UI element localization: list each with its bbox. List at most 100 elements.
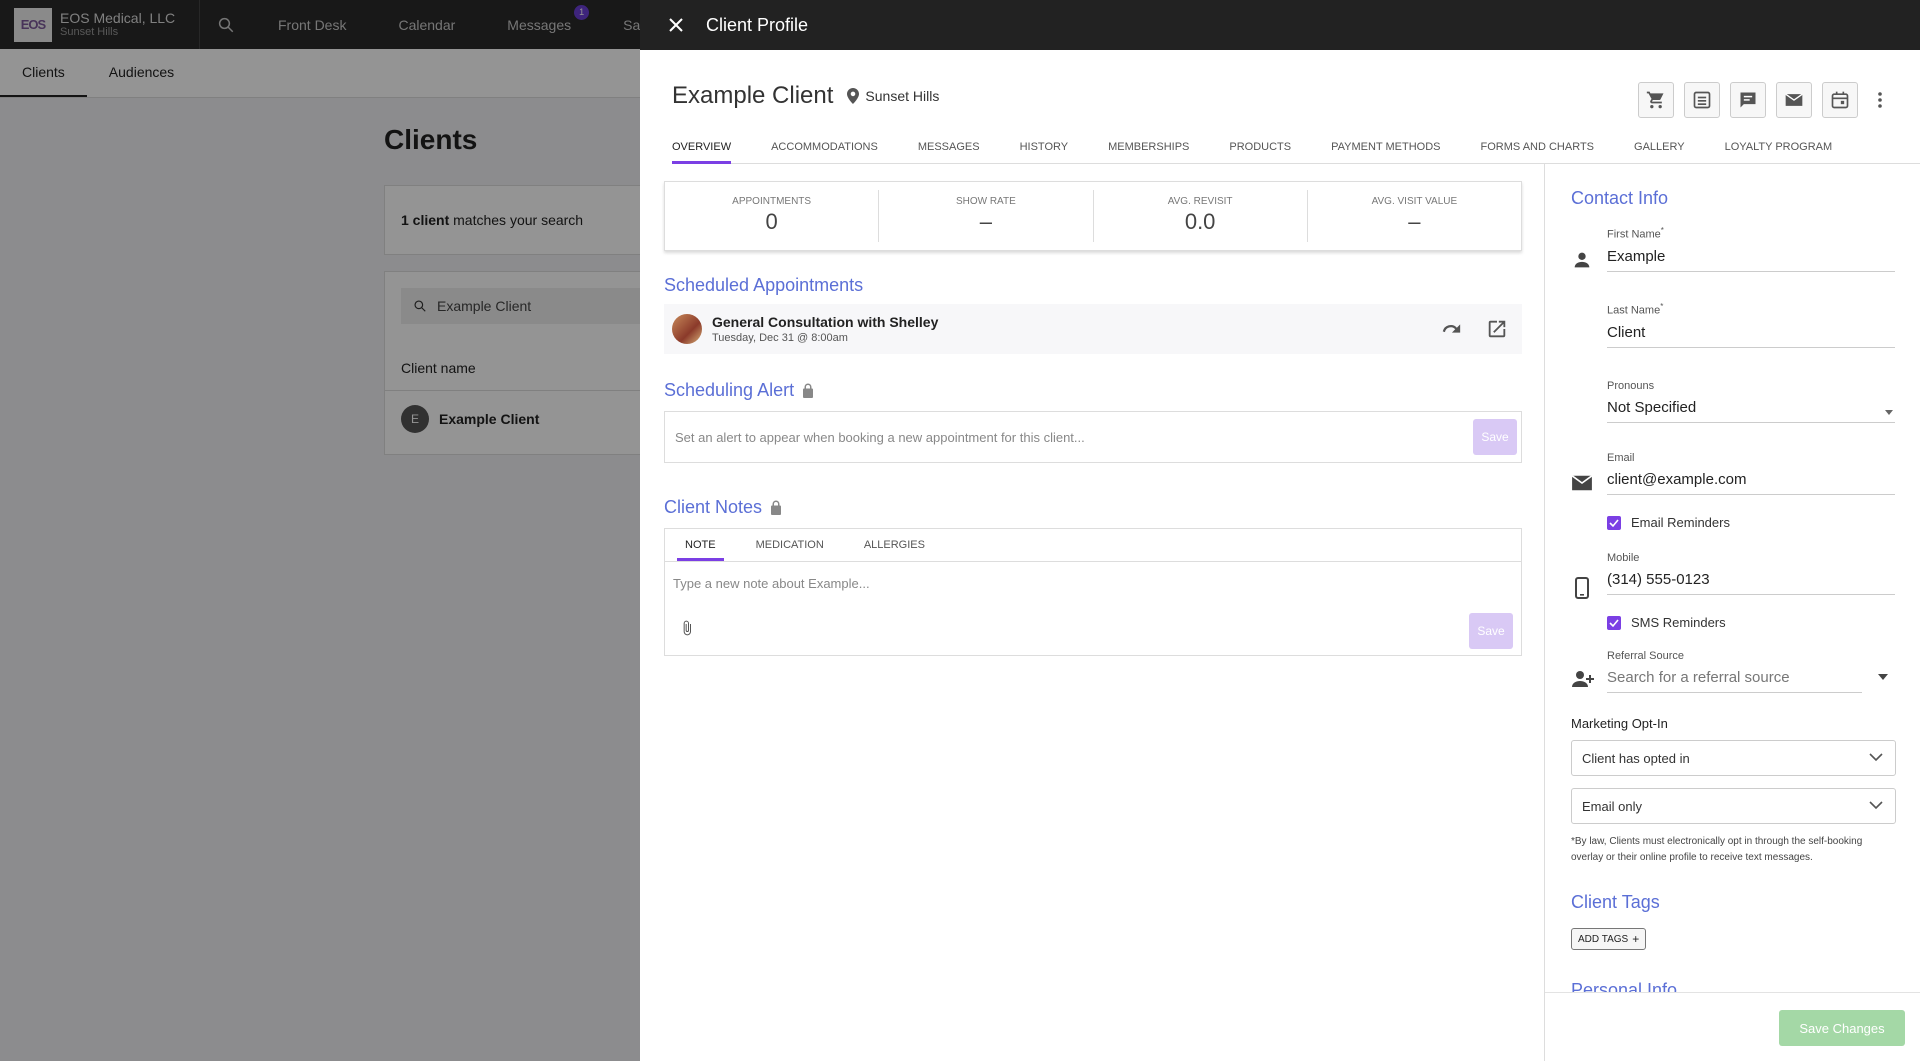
stat-appointments: APPOINTMENTS 0 (665, 190, 880, 242)
cart-button[interactable] (1638, 82, 1674, 118)
tab-overview[interactable]: OVERVIEW (672, 134, 732, 164)
pronouns-label: Pronouns (1607, 380, 1655, 392)
tab-medication[interactable]: MEDICATION (748, 529, 832, 561)
sms-reminders-checkbox[interactable]: SMS Reminders (1607, 615, 1726, 630)
client-profile-drawer: Client Profile Example Client Sunset Hil… (640, 0, 1920, 1061)
pronouns-field[interactable]: Pronouns Not Specified (1607, 380, 1895, 423)
mobile-label: Mobile (1607, 552, 1640, 564)
tab-memberships[interactable]: MEMBERSHIPS (1108, 134, 1189, 164)
contact-panel: Contact Info First Name* Example Last Na… (1544, 164, 1920, 1061)
list-icon (1693, 91, 1711, 109)
more-vert-icon[interactable] (1870, 82, 1890, 118)
tab-allergies[interactable]: ALLERGIES (856, 529, 933, 561)
stat-label: AVG. REVISIT (1167, 196, 1233, 207)
location-pin-icon (847, 88, 860, 104)
pronouns-select[interactable]: Not Specified (1607, 399, 1895, 423)
add-tags-label: ADD TAGS (1578, 933, 1629, 945)
chevron-down-icon (1869, 801, 1883, 810)
tab-messages[interactable]: MESSAGES (918, 134, 980, 164)
profile-tabs: OVERVIEW ACCOMMODATIONS MESSAGES HISTORY… (672, 134, 1920, 164)
stat-value: 0 (765, 209, 778, 234)
tab-history[interactable]: HISTORY (1020, 134, 1069, 164)
stat-label: AVG. VISIT VALUE (1371, 196, 1458, 207)
referral-source-field[interactable]: Referral Source Search for a referral so… (1607, 650, 1862, 693)
tab-payment-methods[interactable]: PAYMENT METHODS (1331, 134, 1440, 164)
book-appointment-button[interactable] (1822, 82, 1858, 118)
drawer-header: Client Profile (640, 0, 1920, 50)
profile-header: Example Client Sunset Hills (672, 82, 939, 110)
opt-in-select[interactable]: Client has opted in (1571, 740, 1896, 776)
first-name-label: First Name (1607, 228, 1661, 241)
drawer-title: Client Profile (706, 14, 809, 35)
attachment-icon[interactable] (679, 620, 695, 641)
stat-value: 0.0 (1184, 209, 1216, 234)
alert-save-button[interactable]: Save (1473, 419, 1517, 455)
tab-forms-and-charts[interactable]: FORMS AND CHARTS (1481, 134, 1594, 164)
email-field[interactable]: Email client@example.com (1607, 452, 1895, 495)
stat-label: APPOINTMENTS (732, 196, 812, 207)
tab-gallery[interactable]: GALLERY (1634, 134, 1685, 164)
last-name-field[interactable]: Last Name* Client (1607, 302, 1895, 348)
chevron-down-icon (1869, 753, 1883, 762)
appointment-card[interactable]: General Consultation with Shelley Tuesda… (664, 304, 1522, 354)
tab-loyalty-program[interactable]: LOYALTY PROGRAM (1725, 134, 1833, 164)
caret-down-icon[interactable] (1878, 674, 1888, 680)
required-mark: * (1660, 226, 1664, 235)
opt-in-value: Client has opted in (1582, 750, 1690, 766)
first-name-field[interactable]: First Name* Example (1607, 226, 1895, 272)
referral-source-input[interactable]: Search for a referral source (1607, 669, 1862, 693)
email-reminders-checkbox[interactable]: Email Reminders (1607, 515, 1730, 530)
channel-value: Email only (1582, 798, 1642, 814)
last-name-label: Last Name (1607, 304, 1661, 317)
stat-value: – (1408, 209, 1421, 234)
reschedule-icon[interactable] (1440, 318, 1462, 345)
appointment-date: Tuesday, Dec 31 @ 8:00am (712, 332, 848, 344)
chevron-down-icon (1885, 410, 1893, 415)
note-save-button[interactable]: Save (1469, 613, 1513, 649)
legal-note: *By law, Clients must electronically opt… (1571, 836, 1863, 863)
email-reminders-label: Email Reminders (1631, 515, 1730, 530)
invoice-button[interactable] (1684, 82, 1720, 118)
section-title-text: Client Notes (664, 497, 763, 517)
alert-placeholder: Set an alert to appear when booking a ne… (675, 429, 1085, 445)
mobile-input[interactable]: (314) 555-0123 (1607, 571, 1895, 595)
note-tabs: NOTE MEDICATION ALLERGIES (665, 529, 1521, 562)
save-changes-button[interactable]: Save Changes (1779, 1010, 1905, 1046)
calendar-icon (1831, 91, 1849, 109)
email-label: Email (1607, 452, 1635, 464)
section-title-text: Scheduling Alert (664, 380, 795, 400)
first-name-input[interactable]: Example (1607, 248, 1895, 272)
note-input[interactable]: Type a new note about Example... (665, 562, 1521, 605)
scheduling-alert-title: Scheduling Alert (664, 380, 814, 401)
avatar (672, 314, 702, 344)
opt-in-channel-select[interactable]: Email only (1571, 788, 1896, 824)
person-add-icon (1572, 671, 1594, 687)
tab-note[interactable]: NOTE (677, 529, 724, 561)
open-in-new-icon[interactable] (1486, 318, 1508, 345)
email-button[interactable] (1776, 82, 1812, 118)
scheduled-appointments-title: Scheduled Appointments (664, 275, 863, 296)
appointment-title: General Consultation with Shelley (712, 314, 939, 330)
email-input[interactable]: client@example.com (1607, 471, 1895, 495)
person-icon (1574, 252, 1590, 268)
stat-value: – (979, 209, 992, 234)
mobile-field[interactable]: Mobile (314) 555-0123 (1607, 552, 1895, 595)
add-tags-button[interactable]: ADD TAGS + (1571, 928, 1647, 950)
location-label: Sunset Hills (865, 88, 940, 104)
client-name: Example Client (672, 82, 834, 109)
checkbox-checked-icon (1607, 515, 1621, 530)
section-title-text: Scheduled Appointments (664, 275, 864, 295)
scheduling-alert-input[interactable]: Set an alert to appear when booking a ne… (664, 411, 1522, 463)
client-notes: NOTE MEDICATION ALLERGIES Type a new not… (664, 528, 1522, 656)
stat-label: SHOW RATE (955, 196, 1016, 207)
checkbox-checked-icon (1607, 615, 1621, 630)
tab-accommodations[interactable]: ACCOMMODATIONS (771, 134, 878, 164)
message-button[interactable] (1730, 82, 1766, 118)
client-stats: APPOINTMENTS 0 SHOW RATE – AVG. REVISIT … (664, 181, 1522, 251)
tab-products[interactable]: PRODUCTS (1229, 134, 1291, 164)
client-tags-title: Client Tags (1571, 892, 1660, 912)
plus-icon: + (1632, 932, 1640, 946)
close-icon[interactable] (666, 15, 686, 35)
profile-actions (1628, 82, 1890, 118)
last-name-input[interactable]: Client (1607, 324, 1895, 348)
